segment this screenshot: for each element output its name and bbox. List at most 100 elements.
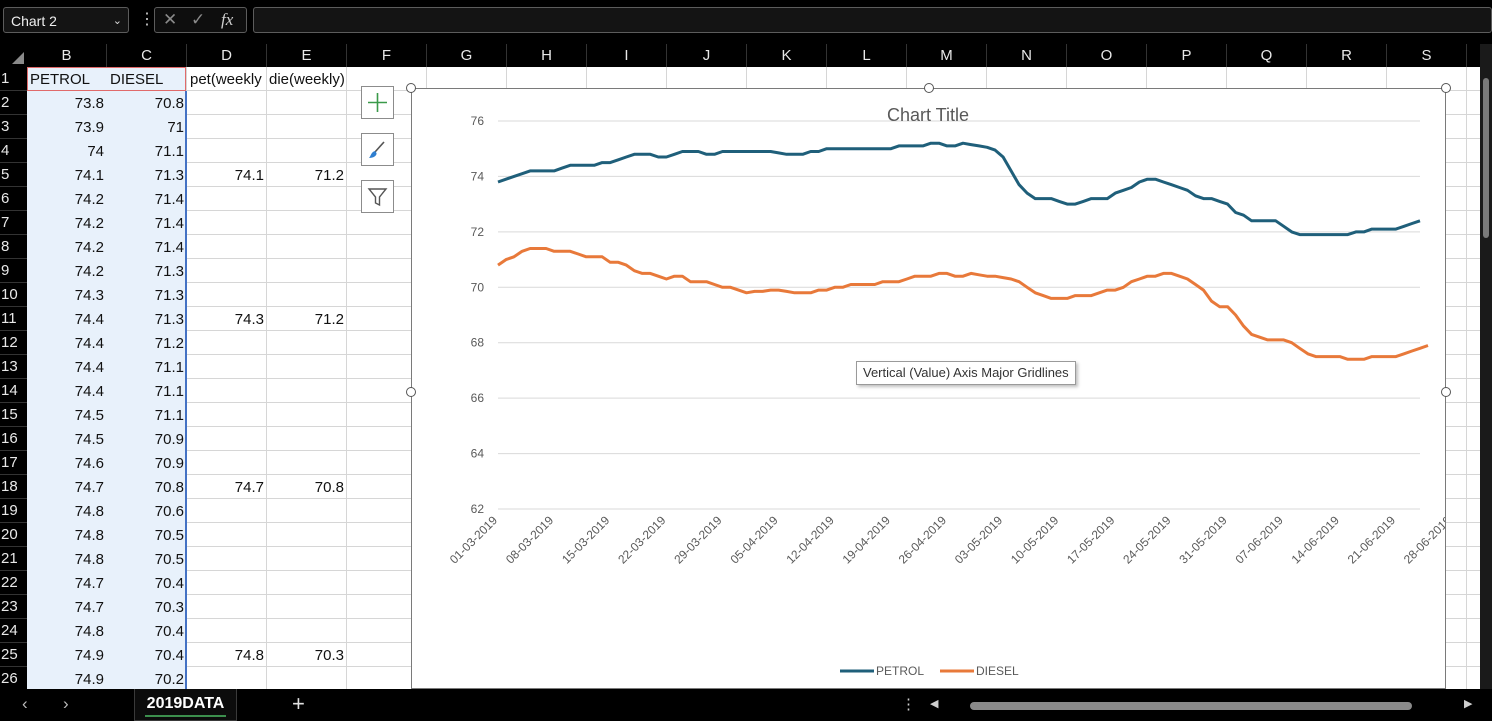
cell-petrol[interactable]: 74.4 [27, 331, 107, 355]
row-header-8[interactable]: 8 [0, 235, 27, 259]
cell-petrol[interactable]: 73.8 [27, 91, 107, 115]
row-header-2[interactable]: 2 [0, 91, 27, 115]
scroll-left-icon[interactable]: ◀ [930, 697, 938, 710]
more-options-icon[interactable]: ⋮ [139, 10, 155, 30]
column-header-q[interactable]: Q [1227, 44, 1307, 67]
row-header-6[interactable]: 6 [0, 187, 27, 211]
scroll-tabs-left-icon[interactable]: ‹ [22, 694, 28, 714]
resize-handle-top-right[interactable] [1441, 83, 1451, 93]
row-header-14[interactable]: 14 [0, 379, 27, 403]
cell-petrol[interactable]: 74.2 [27, 235, 107, 259]
column-header-s[interactable]: S [1387, 44, 1467, 67]
add-sheet-icon[interactable]: + [292, 691, 305, 717]
cell-petrol[interactable]: 74.8 [27, 619, 107, 643]
cell-diesel[interactable]: 71.3 [107, 307, 187, 331]
cell-diesel[interactable]: 70.5 [107, 523, 187, 547]
cell-petrol[interactable]: 74.9 [27, 643, 107, 667]
cell-b1-header[interactable]: PETROL [27, 67, 107, 91]
cell-weekly-diesel[interactable]: 70.8 [267, 475, 347, 499]
cell-petrol[interactable]: 74.7 [27, 475, 107, 499]
resize-handle-top[interactable] [924, 83, 934, 93]
column-header-r[interactable]: R [1307, 44, 1387, 67]
cell-weekly-petrol[interactable]: 74.3 [187, 307, 267, 331]
column-header-p[interactable]: P [1147, 44, 1227, 67]
cell-diesel[interactable]: 71.1 [107, 355, 187, 379]
vertical-scrollbar[interactable] [1480, 44, 1492, 689]
cell-diesel[interactable]: 70.3 [107, 595, 187, 619]
row-header-26[interactable]: 26 [0, 667, 27, 691]
cell-diesel[interactable]: 71.1 [107, 403, 187, 427]
cell-diesel[interactable]: 71 [107, 115, 187, 139]
cell-diesel[interactable]: 71.1 [107, 139, 187, 163]
row-header-9[interactable]: 9 [0, 259, 27, 283]
cell-diesel[interactable]: 70.6 [107, 499, 187, 523]
chart-area[interactable]: 62 64 66 68 70 72 74 76 01-03-2019 08-03-2019 15-0… [411, 88, 1454, 689]
cell-diesel[interactable]: 70.4 [107, 619, 187, 643]
cell-petrol[interactable]: 74.2 [27, 187, 107, 211]
horizontal-scroll-thumb[interactable] [970, 702, 1412, 710]
check-icon[interactable]: ✓ [191, 10, 205, 30]
cell-weekly-petrol[interactable]: 74.7 [187, 475, 267, 499]
cell-petrol[interactable]: 74.8 [27, 547, 107, 571]
cell-petrol[interactable]: 74.4 [27, 307, 107, 331]
cell-weekly-petrol[interactable]: 74.1 [187, 163, 267, 187]
row-header-10[interactable]: 10 [0, 283, 27, 307]
column-header-c[interactable]: C [107, 44, 187, 67]
sheet-tab-2019data[interactable]: 2019DATA [134, 689, 237, 721]
row-header-13[interactable]: 13 [0, 355, 27, 379]
column-header-k[interactable]: K [747, 44, 827, 67]
row-header-4[interactable]: 4 [0, 139, 27, 163]
cell-diesel[interactable]: 71.1 [107, 379, 187, 403]
formula-input[interactable] [253, 7, 1492, 33]
chart-styles-button[interactable] [361, 133, 394, 166]
cell-diesel[interactable]: 70.9 [107, 451, 187, 475]
resize-handle-top-left[interactable] [406, 83, 416, 93]
cell-petrol[interactable]: 74.2 [27, 259, 107, 283]
row-header-1[interactable]: 1 [0, 67, 27, 91]
chart-filters-button[interactable] [361, 180, 394, 213]
cell-d1-header[interactable]: pet(weekly [187, 67, 267, 91]
column-header-n[interactable]: N [987, 44, 1067, 67]
cell-petrol[interactable]: 74.7 [27, 571, 107, 595]
row-header-21[interactable]: 21 [0, 547, 27, 571]
cell-petrol[interactable]: 74.5 [27, 427, 107, 451]
row-header-16[interactable]: 16 [0, 427, 27, 451]
cancel-icon[interactable]: ✕ [163, 10, 177, 30]
name-box[interactable]: Chart 2 ⌄ [3, 7, 129, 33]
column-header-l[interactable]: L [827, 44, 907, 67]
more-options-icon[interactable]: ⋮ [901, 695, 916, 713]
row-header-18[interactable]: 18 [0, 475, 27, 499]
column-header-i[interactable]: I [587, 44, 667, 67]
cell-petrol[interactable]: 74.1 [27, 163, 107, 187]
cell-diesel[interactable]: 71.4 [107, 187, 187, 211]
cell-diesel[interactable]: 70.4 [107, 571, 187, 595]
column-header-j[interactable]: J [667, 44, 747, 67]
cell-diesel[interactable]: 70.9 [107, 427, 187, 451]
vertical-scroll-thumb[interactable] [1483, 78, 1489, 238]
column-header-b[interactable]: B [27, 44, 107, 67]
row-header-25[interactable]: 25 [0, 643, 27, 667]
row-header-20[interactable]: 20 [0, 523, 27, 547]
row-header-17[interactable]: 17 [0, 451, 27, 475]
cell-petrol[interactable]: 74.7 [27, 595, 107, 619]
cell-diesel[interactable]: 71.3 [107, 283, 187, 307]
cell-petrol[interactable]: 74.6 [27, 451, 107, 475]
cell-petrol[interactable]: 74.8 [27, 499, 107, 523]
row-header-19[interactable]: 19 [0, 499, 27, 523]
row-header-22[interactable]: 22 [0, 571, 27, 595]
row-header-23[interactable]: 23 [0, 595, 27, 619]
resize-handle-left[interactable] [406, 387, 416, 397]
chart-elements-button[interactable] [361, 86, 394, 119]
row-header-3[interactable]: 3 [0, 115, 27, 139]
column-header-d[interactable]: D [187, 44, 267, 67]
cell-petrol[interactable]: 74.4 [27, 379, 107, 403]
cell-petrol[interactable]: 74.3 [27, 283, 107, 307]
cell-weekly-petrol[interactable]: 74.8 [187, 643, 267, 667]
cell-diesel[interactable]: 70.8 [107, 91, 187, 115]
column-header-g[interactable]: G [427, 44, 507, 67]
cell-petrol[interactable]: 73.9 [27, 115, 107, 139]
cell-diesel[interactable]: 70.4 [107, 643, 187, 667]
cell-petrol[interactable]: 74.8 [27, 523, 107, 547]
cell-weekly-diesel[interactable]: 70.3 [267, 643, 347, 667]
cell-petrol[interactable]: 74.2 [27, 211, 107, 235]
